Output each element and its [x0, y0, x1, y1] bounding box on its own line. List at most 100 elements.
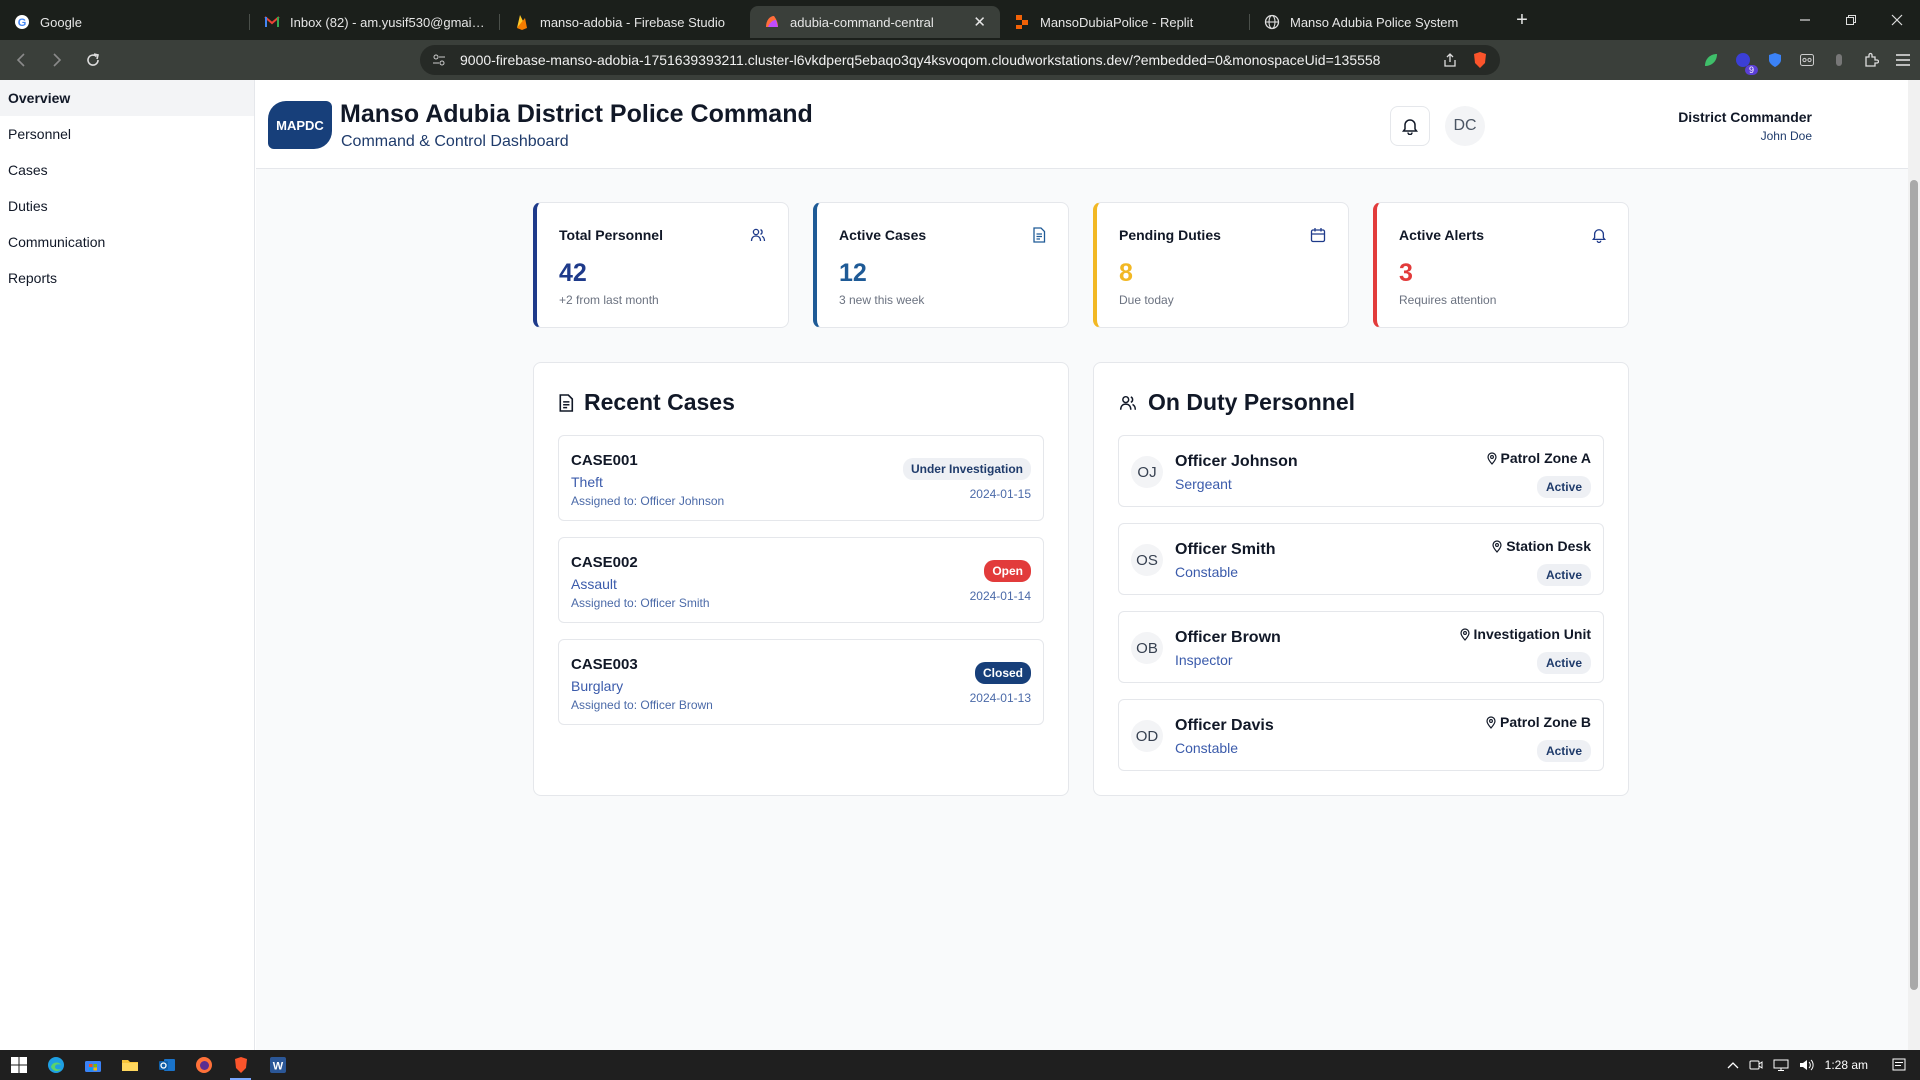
case-id: CASE001	[571, 452, 638, 469]
outlook-icon[interactable]	[148, 1050, 185, 1080]
personnel-card[interactable]: OD Officer Davis Constable Patrol Zone B…	[1118, 699, 1604, 771]
case-card[interactable]: CASE003 Burglary Assigned to: Officer Br…	[558, 639, 1044, 725]
reload-button[interactable]	[78, 45, 108, 75]
minimize-button[interactable]	[1782, 0, 1828, 40]
close-window-button[interactable]	[1874, 0, 1920, 40]
stat-card-total-personnel: Total Personnel 42 +2 from last month	[533, 202, 789, 328]
status-badge: Active	[1536, 476, 1591, 498]
brave-shields-icon[interactable]	[1472, 51, 1488, 69]
word-icon[interactable]: W	[259, 1050, 296, 1080]
back-button[interactable]	[6, 45, 36, 75]
personnel-card[interactable]: OB Officer Brown Inspector Investigation…	[1118, 611, 1604, 683]
puzzle-icon[interactable]	[1862, 51, 1880, 69]
case-assignee: Assigned to: Officer Smith	[571, 596, 710, 610]
map-pin-icon	[1486, 451, 1497, 465]
new-tab-button[interactable]: +	[1506, 4, 1538, 36]
status-badge: Active	[1536, 652, 1591, 674]
address-bar[interactable]: 9000-firebase-manso-adobia-1751639393211…	[420, 45, 1500, 75]
meet-icon[interactable]	[1749, 1059, 1763, 1071]
restore-button[interactable]	[1828, 0, 1874, 40]
tab-replit[interactable]: MansoDubiaPolice - Replit	[1000, 6, 1250, 38]
leaf-extension-icon[interactable]	[1702, 51, 1720, 69]
notification-center-icon[interactable]	[1892, 1058, 1906, 1072]
tab-title: MansoDubiaPolice - Replit	[1040, 14, 1194, 30]
edge-icon[interactable]	[37, 1050, 74, 1080]
firefox-icon[interactable]	[185, 1050, 222, 1080]
sidebar-item-overview[interactable]: Overview	[0, 80, 254, 116]
officer-name: Officer Smith	[1175, 541, 1276, 558]
personnel-card[interactable]: OS Officer Smith Constable Station Desk …	[1118, 523, 1604, 595]
forward-button[interactable]	[42, 45, 72, 75]
url-text[interactable]: 9000-firebase-manso-adobia-1751639393211…	[460, 52, 1442, 68]
shield-extension-icon[interactable]	[1766, 51, 1784, 69]
document-icon	[558, 393, 574, 413]
stat-title: Active Alerts	[1399, 227, 1485, 243]
svg-text:G: G	[18, 17, 27, 29]
sidebar-item-personnel[interactable]: Personnel	[0, 116, 254, 152]
gmail-icon	[264, 14, 280, 30]
google-icon: G	[14, 14, 30, 30]
extension-icon[interactable]: 9	[1734, 51, 1758, 75]
scrollbar-thumb[interactable]	[1910, 180, 1918, 990]
site-settings-icon[interactable]	[432, 53, 446, 67]
case-type: Assault	[571, 576, 617, 592]
start-icon[interactable]	[0, 1050, 37, 1080]
wallet-icon[interactable]	[1830, 51, 1848, 69]
avatar[interactable]: DC	[1445, 106, 1485, 146]
extension-badge: 9	[1744, 65, 1758, 75]
status-badge: Under Investigation	[902, 458, 1031, 480]
officer-rank: Constable	[1175, 740, 1239, 756]
stat-subtext: Due today	[1119, 293, 1174, 307]
chevron-up-icon[interactable]	[1727, 1061, 1739, 1069]
sidebar-item-duties[interactable]: Duties	[0, 188, 254, 224]
case-card[interactable]: CASE002 Assault Assigned to: Officer Smi…	[558, 537, 1044, 623]
recent-cases-panel: Recent Cases CASE001 Theft Assigned to: …	[533, 362, 1069, 796]
case-assignee: Assigned to: Officer Johnson	[571, 494, 725, 508]
stat-subtext: 3 new this week	[839, 293, 925, 307]
extensions-area: 9	[1702, 40, 1912, 80]
main-content: MAPDC Manso Adubia District Police Comma…	[256, 80, 1908, 1050]
reader-mode-icon[interactable]	[1798, 51, 1816, 69]
browser-tab-bar: G Google Inbox (82) - am.yusif530@gmail.…	[0, 0, 1920, 40]
officer-name: Officer Davis	[1175, 717, 1274, 734]
case-card[interactable]: CASE001 Theft Assigned to: Officer Johns…	[558, 435, 1044, 521]
sidebar-item-cases[interactable]: Cases	[0, 152, 254, 188]
stat-subtext: Requires attention	[1399, 293, 1497, 307]
avatar: OB	[1131, 632, 1163, 664]
close-icon[interactable]: ✕	[973, 13, 986, 31]
stat-value: 8	[1119, 259, 1133, 287]
panel-header: On Duty Personnel	[1118, 389, 1355, 416]
officer-rank: Inspector	[1175, 652, 1233, 668]
sidebar-item-communication[interactable]: Communication	[0, 224, 254, 260]
share-icon[interactable]	[1442, 52, 1458, 68]
store-icon[interactable]	[74, 1050, 111, 1080]
officer-location: Patrol Zone B	[1486, 714, 1591, 730]
tab-gmail[interactable]: Inbox (82) - am.yusif530@gmail.com	[250, 6, 500, 38]
notifications-button[interactable]	[1390, 106, 1430, 146]
file-explorer-icon[interactable]	[111, 1050, 148, 1080]
volume-icon[interactable]	[1799, 1059, 1815, 1071]
sidebar-item-reports[interactable]: Reports	[0, 260, 254, 296]
tab-google[interactable]: G Google	[0, 6, 250, 38]
app-logo: MAPDC	[268, 101, 332, 149]
browser-toolbar: 9000-firebase-manso-adobia-1751639393211…	[0, 40, 1920, 80]
bell-icon	[1592, 227, 1606, 243]
system-tray: 1:28 am	[1727, 1050, 1920, 1080]
tab-title: Inbox (82) - am.yusif530@gmail.com	[290, 14, 486, 30]
clock-time[interactable]: 1:28 am	[1825, 1058, 1868, 1072]
page-subtitle: Command & Control Dashboard	[341, 133, 569, 150]
brave-icon[interactable]	[222, 1050, 259, 1080]
svg-text:W: W	[272, 1061, 283, 1073]
personnel-card[interactable]: OJ Officer Johnson Sergeant Patrol Zone …	[1118, 435, 1604, 507]
case-date: 2024-01-14	[969, 589, 1031, 603]
window-controls	[1782, 0, 1920, 40]
tab-firebase[interactable]: manso-adobia - Firebase Studio	[500, 6, 750, 38]
network-icon[interactable]	[1773, 1059, 1789, 1071]
page-scrollbar[interactable]	[1908, 80, 1920, 1050]
tab-adubia-command-central[interactable]: adubia-command-central ✕	[750, 6, 1000, 38]
menu-icon[interactable]	[1894, 51, 1912, 69]
tab-police-system[interactable]: Manso Adubia Police System	[1250, 6, 1500, 38]
user-name: John Doe	[1760, 129, 1812, 143]
page-title: Manso Adubia District Police Command	[340, 100, 813, 128]
calendar-icon	[1310, 227, 1326, 243]
